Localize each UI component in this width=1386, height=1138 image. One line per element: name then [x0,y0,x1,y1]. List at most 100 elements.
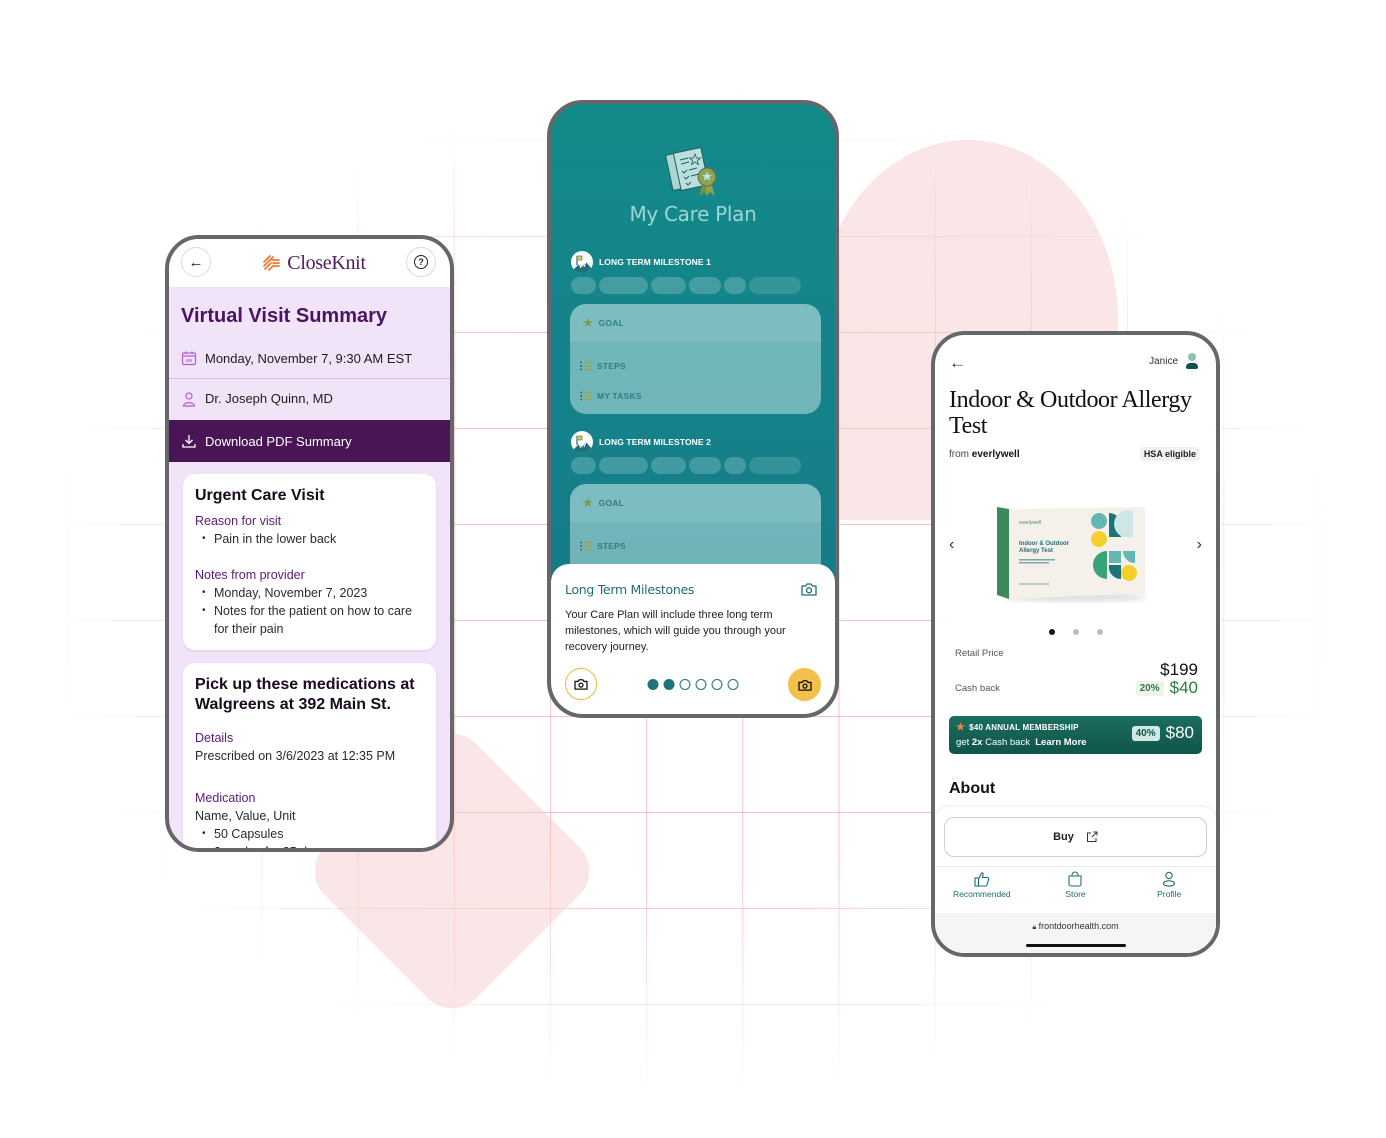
page-dot[interactable] [711,679,723,690]
progress-segment [724,277,746,294]
list-item: 50 Capsules [195,825,424,843]
medication-text: Name, Value, Unit [195,809,296,823]
steps-row[interactable]: STEPS [570,351,821,381]
calendar-icon [181,351,197,366]
page-dot[interactable] [663,679,675,690]
arrow-left-icon[interactable]: ← [949,353,966,373]
star-icon: ★ [582,495,594,510]
list-icon [580,361,592,371]
home-indicator[interactable] [1025,944,1126,947]
goal-label: GOAL [598,318,625,328]
cashback-percent: 20% [1135,680,1164,696]
question-icon: ? [414,255,428,269]
tab-label: Store [1065,889,1086,899]
shopping-bag-icon [1068,871,1083,887]
chevron-left-icon[interactable]: ‹ [949,536,954,554]
retail-price: $199 [1160,660,1198,679]
reason-list: Pain in the lower back [195,530,424,548]
milestone-2-header[interactable]: LONG TERM MILESTONE 2 [571,431,711,453]
lock-icon: 🔒︎ [1032,924,1037,931]
onboarding-nav [565,668,821,702]
list-item: 2x a day for 25 days [195,843,424,848]
mountain-flag-icon [571,251,593,273]
goal-label: GOAL [598,498,625,508]
tab-store[interactable]: Store [1035,871,1115,910]
profile-icon [1163,871,1176,887]
provider-row: Dr. Joseph Quinn, MD [169,378,450,418]
camera-icon [797,679,812,691]
vendor-row: from everlywell HSA eligible [935,439,1216,461]
milestone-1-header[interactable]: LONG TERM MILESTONE 1 [571,251,711,273]
membership-title-text: $40 ANNUAL MEMBERSHIP [969,723,1079,732]
meds-card-title: Pick up these medications at Walgreens a… [195,676,415,713]
download-label: Download PDF Summary [205,433,352,449]
notes-list: Monday, November 7, 2023 Notes for the p… [195,584,424,638]
cashback-label: Cash back [955,683,1000,694]
previous-button[interactable] [565,668,597,700]
tab-profile[interactable]: Profile [1129,871,1209,910]
buy-label: Buy [1053,831,1074,843]
cashback: 20% $40 [1135,678,1198,698]
urgent-care-card: Urgent Care Visit Reason for visit Pain … [183,474,436,650]
tab-bar: Recommended Store Profile [935,866,1216,910]
frontdoor-phone: ← Janice Indoor & Outdoor Allergy Test f… [931,331,1220,957]
retail-price-label: Retail Price [955,648,1004,659]
hsa-badge: HSA eligible [1139,447,1200,461]
browser-url-bar[interactable]: 🔒︎ frontdoorhealth.com [935,913,1216,953]
my-tasks-row[interactable]: MY TASKS [570,381,821,411]
goal-row[interactable]: ★ GOAL [570,304,821,342]
steps-label: STEPS [597,541,626,551]
care-plan-illustration-icon [665,146,717,196]
visit-content: Urgent Care Visit Reason for visit Pain … [169,462,450,848]
help-button[interactable]: ? [406,247,436,277]
thumbs-up-icon [974,872,990,887]
progress-segment [689,277,721,294]
page-dot[interactable] [647,679,659,690]
buy-button[interactable]: Buy [944,817,1207,857]
progress-segment [651,457,686,474]
url-text: frontdoorhealth.com [1038,921,1119,931]
next-button[interactable] [788,668,821,701]
list-icon [580,541,592,551]
closeknit-logo: CloseKnit [261,252,366,275]
carousel-dot[interactable] [1096,629,1103,635]
chevron-right-icon[interactable]: › [1197,536,1202,554]
page-dot[interactable] [727,679,739,690]
my-tasks-label: MY TASKS [597,391,642,401]
page-dot[interactable] [679,679,691,690]
closeknit-phone: ← CloseKnit ? Virtual Visit Summary Mond… [165,235,454,852]
appointment-datetime: Monday, November 7, 9:30 AM EST [205,350,413,366]
provider-name: Dr. Joseph Quinn, MD [205,391,333,406]
external-link-icon [1086,831,1098,842]
page-dot[interactable] [695,679,707,690]
about-heading: About [949,780,996,797]
download-pdf-button[interactable]: Download PDF Summary [169,420,450,462]
page-indicator [647,679,739,690]
list-item: Notes for the patient on how to care for… [195,602,424,638]
care-plan-title: My Care Plan [629,202,757,226]
membership-percent: 40% [1131,725,1160,741]
learn-more-link[interactable]: Learn More [1035,737,1086,748]
progress-segment [599,277,648,294]
from-prefix: from [949,448,969,460]
carousel-dot[interactable] [1048,629,1055,635]
task-list-icon [580,391,592,401]
visit-card-title: Urgent Care Visit [195,487,325,504]
offer-suffix: Cash back [985,737,1030,748]
box-brand: everlywell [1019,520,1041,526]
back-button[interactable]: ← [181,247,211,277]
carousel-dot[interactable] [1072,629,1079,635]
membership-banner[interactable]: ★ $40 ANNUAL MEMBERSHIP get 2x Cash back… [949,716,1202,754]
tab-recommended[interactable]: Recommended [942,871,1022,910]
product-carousel: ‹ everlywell Indoor & Outdoor Allergy Te… [935,461,1216,636]
app-header: ← Janice [935,335,1216,387]
progress-segment [724,457,746,474]
steps-row[interactable]: STEPS [570,531,821,561]
person-icon [182,391,196,407]
goal-row[interactable]: ★ GOAL [570,484,821,522]
star-icon: ★ [582,315,594,330]
progress-segment [571,457,596,474]
user-menu[interactable]: Janice [1149,353,1198,369]
camera-icon[interactable] [801,582,817,596]
progress-segment [599,457,648,474]
